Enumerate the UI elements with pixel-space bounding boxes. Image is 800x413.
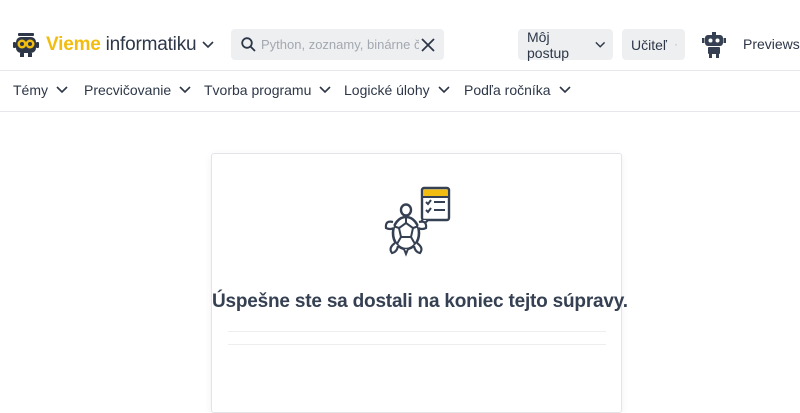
chevron-down-icon [179, 86, 191, 94]
chevron-down-icon [319, 86, 331, 94]
role-menu[interactable]: Učiteľ [622, 29, 685, 60]
nav-item-precvicovanie[interactable]: Precvičovanie [84, 82, 191, 98]
brand-menu[interactable]: Vieme informatiku [12, 31, 214, 59]
chevron-down-icon [56, 86, 68, 94]
clear-search-icon[interactable] [421, 38, 435, 52]
previews-link[interactable]: Previews [743, 36, 800, 52]
robot-logo-icon [13, 33, 39, 57]
brand-word-1: Vieme [46, 34, 101, 55]
top-bar: Vieme informatiku Môj postup Učiteľ [0, 0, 800, 70]
chevron-down-icon [438, 86, 450, 94]
progress-label: Môj postup [527, 28, 570, 61]
nav-item-tvorba-programu[interactable]: Tvorba programu [204, 82, 331, 98]
chevron-down-icon [559, 86, 571, 94]
completion-card: Úspešne ste sa dostali na koniec tejto s… [211, 153, 628, 413]
chevron-down-icon [202, 41, 214, 49]
nav-item-label: Podľa ročníka [464, 82, 551, 98]
search-input[interactable] [261, 29, 419, 60]
main-nav: Témy Precvičovanie Tvorba programu Logic… [0, 70, 800, 112]
nav-item-label: Precvičovanie [84, 82, 172, 98]
brand-word-2: informatiku [105, 34, 197, 55]
nav-item-logicke-ulohy[interactable]: Logické úlohy [344, 82, 450, 98]
chevron-down-icon [594, 41, 605, 48]
chevron-down-icon [675, 43, 677, 46]
nav-item-label: Logické úlohy [344, 82, 430, 98]
search-icon [241, 37, 256, 52]
nav-item-label: Tvorba programu [204, 82, 312, 98]
nav-item-label: Témy [13, 82, 48, 98]
completion-message: Úspešne ste sa dostali na koniec tejto s… [212, 291, 628, 312]
robot-avatar-icon[interactable] [702, 32, 726, 58]
divider [228, 331, 606, 332]
nav-item-podla-rocnika[interactable]: Podľa ročníka [464, 82, 571, 98]
turtle-checklist-icon [384, 186, 451, 257]
divider [228, 344, 606, 345]
search-box [231, 29, 444, 60]
progress-menu[interactable]: Môj postup [518, 28, 613, 61]
nav-item-temy[interactable]: Témy [13, 82, 68, 98]
role-label: Učiteľ [631, 36, 667, 53]
